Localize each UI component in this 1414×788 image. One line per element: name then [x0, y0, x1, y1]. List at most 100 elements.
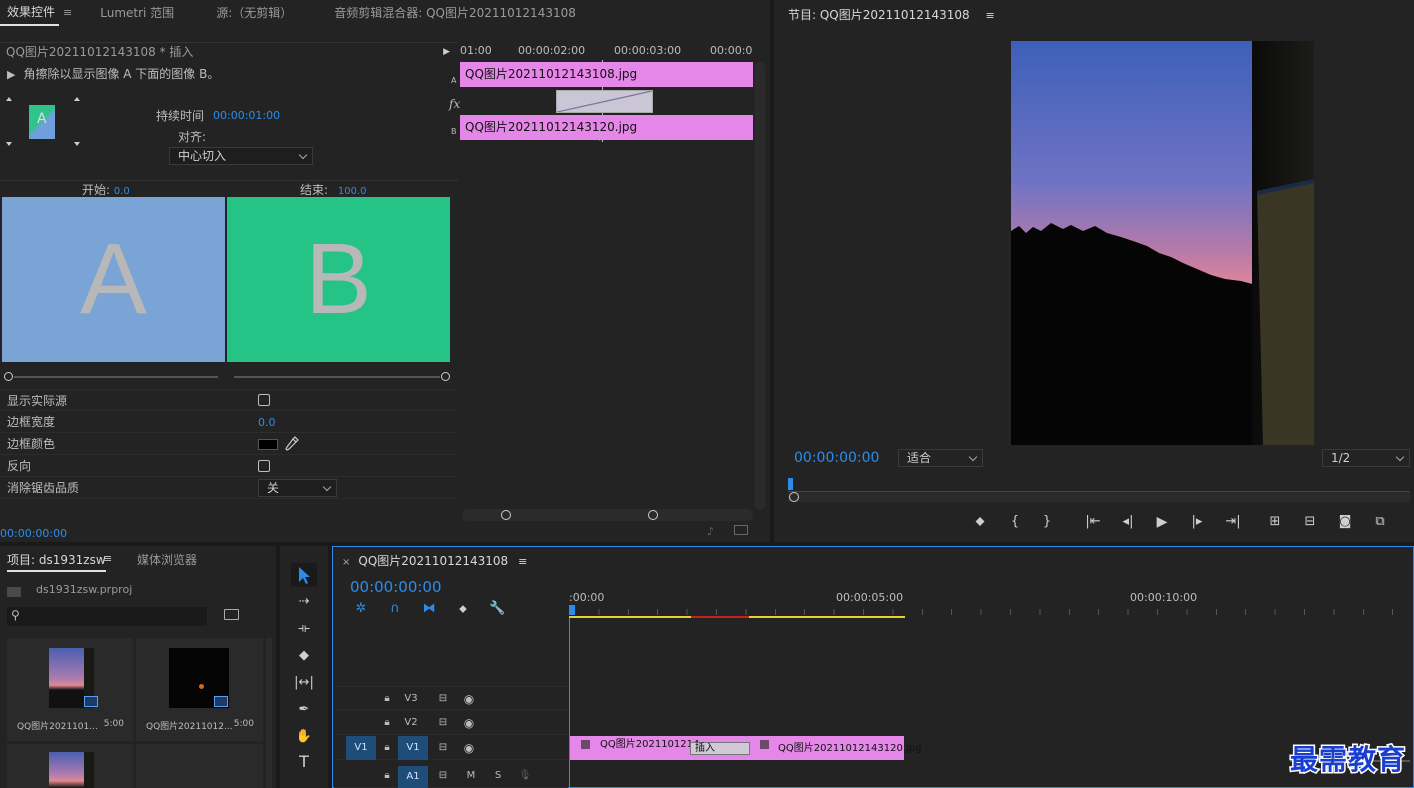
nest-icon[interactable]: ✲ [353, 601, 369, 617]
end-slider[interactable] [234, 372, 450, 382]
eye-icon[interactable]: ◉ [462, 714, 476, 732]
antialias-dropdown[interactable]: 关 [258, 479, 337, 497]
tab-project[interactable]: 项目: ds1931zsw [7, 551, 106, 572]
program-playhead-marker[interactable] [788, 478, 793, 490]
extract-icon[interactable]: ⊟ [1301, 514, 1319, 530]
project-item-3[interactable] [7, 744, 133, 788]
chevron-up-icon[interactable]: ⌃ [597, 138, 605, 148]
mini-clip-b[interactable]: QQ图片20211012143120.jpg [460, 115, 753, 140]
add-marker-icon[interactable]: ⬥ [456, 601, 470, 617]
add-marker-icon[interactable]: ⬥ [973, 514, 987, 530]
mini-transition[interactable] [556, 90, 653, 113]
tab-lumetri-scopes[interactable]: Lumetri 范围 [86, 0, 188, 26]
hand-tool-icon[interactable]: ✋ [293, 729, 315, 745]
step-back-icon[interactable]: ◂| [1120, 514, 1136, 530]
pen-tool-icon[interactable]: ✒ [293, 702, 315, 718]
timeline-transition[interactable]: 插入 [690, 742, 750, 755]
timeline-playhead-marker[interactable] [569, 605, 575, 615]
microphone-icon[interactable]: 🎙︎ [518, 767, 532, 785]
timeline-timecode[interactable]: 00:00:00:00 [350, 578, 442, 596]
snap-icon[interactable]: ∩ [387, 601, 403, 617]
track-select-tool-icon[interactable]: ⇢ [293, 594, 315, 610]
play-small-icon[interactable]: ▶ [443, 43, 450, 62]
eyedropper-icon[interactable] [285, 436, 299, 452]
program-scroll-handle[interactable] [789, 492, 799, 502]
fit-dropdown[interactable]: 适合 [898, 449, 983, 467]
end-value[interactable]: 100.0 [338, 186, 367, 197]
sync-lock-icon[interactable]: ⊟ [436, 767, 450, 785]
end-slider-handle[interactable] [441, 372, 450, 381]
lock-icon[interactable]: 🔒︎ [380, 767, 394, 785]
hamburger-icon[interactable]: ≡ [985, 9, 994, 22]
linked-selection-icon[interactable]: ⧓ [421, 601, 437, 617]
sync-lock-icon[interactable]: ⊟ [436, 714, 450, 732]
step-forward-icon[interactable]: |▸ [1189, 514, 1205, 530]
corner-marker-tr[interactable] [74, 97, 80, 101]
tab-source[interactable]: 源:（无剪辑） [188, 0, 306, 26]
program-video-frame[interactable] [1011, 41, 1314, 445]
ripple-edit-tool-icon[interactable]: ⟛ [293, 621, 315, 637]
tab-media-browser[interactable]: 媒体浏览器 [137, 551, 197, 568]
tab-audio-clip-mixer[interactable]: 音频剪辑混合器: QQ图片20211012143108 [306, 0, 590, 26]
duration-value[interactable]: 00:00:01:00 [213, 109, 280, 122]
mark-in-icon[interactable]: { [1008, 514, 1022, 530]
align-dropdown[interactable]: 中心切入 [169, 147, 313, 165]
transition-thumbnail[interactable]: A [29, 105, 55, 139]
lock-icon[interactable]: 🔒︎ [380, 690, 394, 708]
start-slider-handle[interactable] [4, 372, 13, 381]
mini-zoom-scrollbar[interactable] [462, 509, 753, 521]
go-to-out-icon[interactable]: ⇥| [1224, 514, 1242, 530]
corner-marker-tl[interactable] [6, 97, 12, 101]
new-bin-icon[interactable] [224, 609, 239, 620]
program-ruler[interactable] [788, 478, 1410, 492]
audio-icon[interactable]: ♪ [707, 525, 714, 538]
lock-icon[interactable]: 🔒︎ [380, 739, 394, 757]
go-to-in-icon[interactable]: |⇤ [1084, 514, 1102, 530]
mini-timeline-scrollbar[interactable] [755, 62, 765, 510]
track-name-v2[interactable]: V2 [402, 714, 420, 732]
type-tool-icon[interactable]: T [293, 754, 315, 770]
track-name-v3[interactable]: V3 [402, 690, 420, 708]
lift-icon[interactable]: ⊞ [1266, 514, 1284, 530]
border-color-swatch[interactable] [258, 439, 278, 450]
camera-icon[interactable]: ◙ [1337, 514, 1353, 530]
start-value[interactable]: 0.0 [114, 186, 130, 197]
mini-timeline-ruler[interactable]: 01:00 00:00:02:00 00:00:03:00 00:00:0 [460, 42, 754, 62]
program-timecode[interactable]: 00:00:00:00 [794, 450, 879, 466]
hamburger-icon[interactable]: ≡ [59, 0, 86, 26]
timeline-tab[interactable]: × QQ图片20211012143108 ≡ [342, 552, 527, 569]
tab-effect-controls[interactable]: 效果控件 [0, 0, 60, 26]
sync-lock-icon[interactable]: ⊟ [436, 739, 450, 757]
selection-tool-icon[interactable] [291, 563, 317, 587]
razor-tool-icon[interactable]: ◆ [293, 648, 315, 664]
corner-marker-br[interactable] [74, 142, 80, 146]
comparison-view-icon[interactable]: ⧉ [1371, 514, 1389, 530]
export-icon[interactable] [734, 525, 748, 535]
program-scrollbar[interactable] [788, 492, 1410, 502]
resolution-dropdown[interactable]: 1/2 [1322, 449, 1410, 467]
show-actual-checkbox[interactable] [258, 394, 270, 406]
source-patch-v1[interactable]: V1 [346, 736, 376, 760]
wrench-icon[interactable]: 🔧 [489, 601, 505, 617]
eye-icon[interactable]: ◉ [462, 739, 476, 757]
effect-timecode[interactable]: 00:00:00:00 [0, 527, 67, 540]
play-preview-icon[interactable]: ▶ [7, 68, 15, 81]
zoom-handle-left[interactable] [501, 510, 511, 520]
project-item-2[interactable]: QQ图片20211012... 5:00 [136, 638, 263, 741]
sync-lock-icon[interactable]: ⊟ [436, 690, 450, 708]
track-name-v1[interactable]: V1 [398, 736, 428, 760]
corner-marker-bl[interactable] [6, 142, 12, 146]
eye-icon[interactable]: ◉ [462, 690, 476, 708]
track-name-a1[interactable]: A1 [398, 766, 428, 788]
mute-button[interactable]: M [464, 767, 478, 785]
lock-icon[interactable]: 🔒︎ [380, 714, 394, 732]
start-slider[interactable] [4, 372, 218, 382]
zoom-handle-right[interactable] [648, 510, 658, 520]
border-width-value[interactable]: 0.0 [258, 416, 276, 429]
solo-button[interactable]: S [491, 767, 505, 785]
hamburger-icon[interactable]: ≡ [518, 555, 527, 568]
mark-out-icon[interactable]: } [1040, 514, 1054, 530]
mini-clip-a[interactable]: QQ图片20211012143108.jpg [460, 62, 753, 87]
hamburger-icon[interactable]: ≡ [103, 552, 112, 565]
timeline-ruler[interactable]: :00:00 00:00:05:00 00:00:10:00 [569, 588, 1413, 618]
